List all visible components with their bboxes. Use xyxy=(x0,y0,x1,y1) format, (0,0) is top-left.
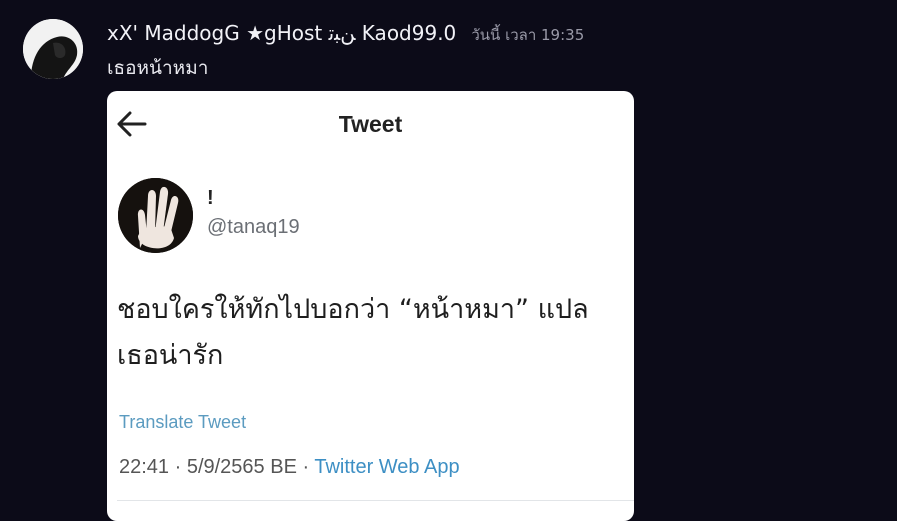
message-header: xX' MaddogG ★gHost ﻦﺒﺗ Kaod99.0 วันนี้ เ… xyxy=(107,20,584,46)
username[interactable]: xX' MaddogG ★gHost ﻦﺒﺗ Kaod99.0 xyxy=(107,21,456,45)
tweet-body-line-1: ชอบใครให้ทักไปบอกว่า “หน้าหมา” แปล xyxy=(117,294,589,325)
tweet-body-line-2: เธอน่ารัก xyxy=(117,340,224,371)
tweet-author-avatar xyxy=(118,178,193,253)
tweet-meta: 22:41 · 5/9/2565 BE · Twitter Web App xyxy=(119,456,460,479)
divider xyxy=(117,500,634,501)
tweet-source-link[interactable]: Twitter Web App xyxy=(314,456,459,478)
avatar-image xyxy=(23,19,83,79)
tweet-page-title: Tweet xyxy=(338,111,403,137)
message-timestamp: วันนี้ เวลา 19:35 xyxy=(471,26,585,44)
image-attachment[interactable]: Tweet ! @tanaq19 ชอบใครให้ทักไปบอกว่า “ห… xyxy=(107,91,634,521)
translate-tweet-link[interactable]: Translate Tweet xyxy=(119,412,246,433)
tweet-display-name: ! xyxy=(207,187,214,209)
tweet-body: ชอบใครให้ทักไปบอกว่า “หน้าหมา” แปล เธอน่… xyxy=(117,287,634,379)
tweet-handle: @tanaq19 xyxy=(207,216,300,238)
user-avatar[interactable] xyxy=(23,19,83,79)
message-text: เธอหน้าหมา xyxy=(107,57,209,79)
tweet-date: 22:41 · 5/9/2565 BE · xyxy=(119,456,315,478)
hand-photo-icon xyxy=(118,178,193,253)
chat-message: xX' MaddogG ★gHost ﻦﺒﺗ Kaod99.0 วันนี้ เ… xyxy=(0,0,897,521)
